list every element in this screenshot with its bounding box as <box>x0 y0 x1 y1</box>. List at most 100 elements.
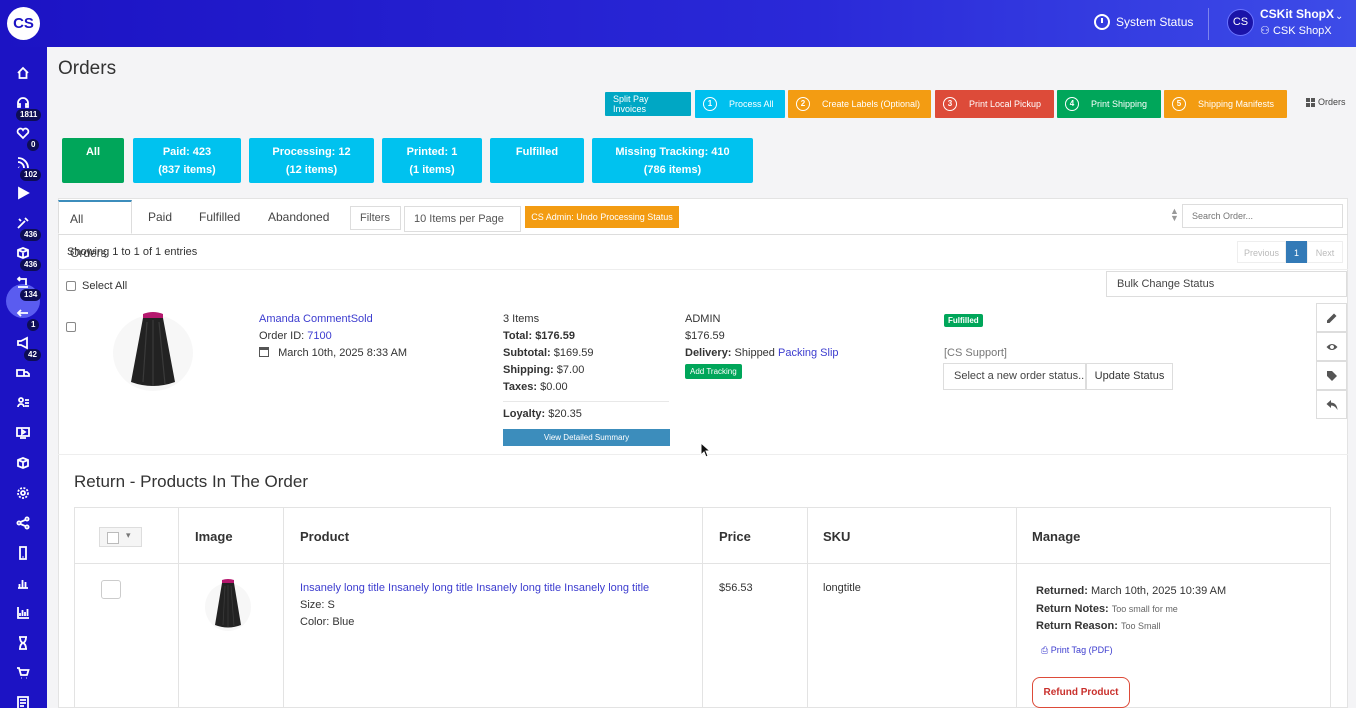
create-labels-button[interactable]: 2 Create Labels (Optional) <box>788 90 931 118</box>
pagination-current[interactable]: 1 <box>1286 241 1307 263</box>
filter-printed-button[interactable]: Printed: 1 (1 items) <box>382 138 482 183</box>
filter-processing-button[interactable]: Processing: 12 (12 items) <box>249 138 374 183</box>
total-label: Total: <box>503 330 533 342</box>
sidebar-badge: 436 <box>20 259 42 271</box>
sort-icon[interactable]: ▲ ▼ <box>1170 207 1179 223</box>
share-icon <box>16 516 30 530</box>
users-icon <box>16 396 30 410</box>
system-status-link[interactable]: System Status <box>1094 14 1193 30</box>
sidebar-item-share[interactable] <box>0 509 47 537</box>
reply-order-button[interactable] <box>1316 390 1347 419</box>
return-reason-label: Return Reason: <box>1036 620 1118 632</box>
pagination-previous[interactable]: Previous <box>1237 241 1286 263</box>
order-product-image[interactable] <box>113 308 193 392</box>
column-header-product: Product <box>300 529 350 544</box>
sidebar-item-home[interactable] <box>0 59 47 87</box>
home-icon <box>16 66 30 80</box>
account-sub[interactable]: ⚇ CSK ShopX <box>1260 24 1332 37</box>
filters-button[interactable]: Filters <box>350 206 401 230</box>
pagination-next[interactable]: Next <box>1307 241 1343 263</box>
select-all-checkbox[interactable] <box>66 281 76 291</box>
app-logo[interactable]: CS <box>7 7 40 40</box>
tab-all-orders[interactable]: All Orders <box>58 200 132 260</box>
filter-fulfilled-button[interactable]: Fulfilled <box>490 138 584 183</box>
order-taxes: Taxes: $0.00 <box>503 381 568 393</box>
showing-entries: Showing 1 to 1 of 1 entries <box>67 246 198 258</box>
sidebar-badge: 42 <box>24 349 41 361</box>
delivery-label: Delivery: <box>685 347 732 359</box>
truck-icon <box>16 366 30 380</box>
gear-icon <box>16 486 30 500</box>
print-local-pickup-button[interactable]: 3 Print Local Pickup <box>935 90 1054 118</box>
column-divider <box>807 507 808 708</box>
sidebar-item-transfers[interactable]: 134 <box>0 289 47 327</box>
shipping-manifests-button[interactable]: 5 Shipping Manifests <box>1164 90 1287 118</box>
tab-fulfilled[interactable]: Fulfilled <box>188 200 251 234</box>
column-header-sku: SKU <box>823 529 851 544</box>
column-header-image: Image <box>195 529 233 544</box>
sidebar-item-live[interactable] <box>0 419 47 447</box>
tabs-divider <box>58 234 1348 235</box>
filter-all-label: All <box>85 146 101 158</box>
sidebar-badge: 1811 <box>16 109 42 121</box>
view-order-button[interactable] <box>1316 332 1347 361</box>
tools-icon <box>16 216 30 230</box>
account-name[interactable]: CSKit ShopX <box>1260 7 1334 21</box>
bar-chart-icon <box>16 576 30 590</box>
order-id-link[interactable]: 7100 <box>307 330 331 342</box>
update-status-button[interactable]: Update Status <box>1086 363 1173 390</box>
tab-abandoned[interactable]: Abandoned <box>257 200 340 234</box>
avatar[interactable]: CS <box>1227 9 1254 36</box>
tag-order-button[interactable] <box>1316 361 1347 390</box>
filter-paid-button[interactable]: Paid: 423 (837 items) <box>133 138 241 183</box>
order-status-select[interactable]: Select a new order status.. <box>943 363 1086 390</box>
sidebar-item-docs[interactable] <box>0 689 47 708</box>
subtotal-value: $169.59 <box>553 347 594 359</box>
edit-order-button[interactable] <box>1316 303 1347 332</box>
sidebar-item-customers[interactable] <box>0 389 47 417</box>
step-number: 5 <box>1172 97 1186 111</box>
process-all-button[interactable]: 1 Process All <box>695 90 785 118</box>
sidebar-item-waitlist[interactable] <box>0 629 47 657</box>
bulk-change-status-select[interactable]: Bulk Change Status <box>1106 271 1347 297</box>
return-product-link[interactable]: Insanely long title Insanely long title … <box>300 582 649 594</box>
sidebar-item-cart[interactable] <box>0 659 47 687</box>
add-tracking-button[interactable]: Add Tracking <box>685 364 742 379</box>
sidebar-item-analytics[interactable] <box>0 569 47 597</box>
order-shipping: Shipping: $7.00 <box>503 364 584 376</box>
packing-slip-link[interactable]: Packing Slip <box>778 347 839 359</box>
column-header-price: Price <box>719 529 751 544</box>
user-icon: ⚇ <box>1260 25 1270 37</box>
per-page-select[interactable]: 10 Items per Page <box>404 206 521 232</box>
return-row-checkbox[interactable] <box>101 580 121 599</box>
support-tag: [CS Support] <box>944 347 1007 359</box>
divider <box>503 401 669 402</box>
print-tag-link[interactable]: ⎙ Print Tag (PDF) <box>1041 645 1113 656</box>
sidebar-item-favorites[interactable]: 1811 <box>0 109 47 147</box>
refund-product-button[interactable]: Refund Product <box>1032 677 1130 708</box>
search-input[interactable] <box>1182 204 1343 228</box>
print-shipping-button[interactable]: 4 Print Shipping <box>1057 90 1161 118</box>
return-product-image[interactable] <box>205 577 251 632</box>
sidebar-item-settings[interactable] <box>0 479 47 507</box>
sidebar-item-videos[interactable]: 102 <box>0 169 47 207</box>
sidebar-item-reports[interactable] <box>0 599 47 627</box>
orders-view-link[interactable]: Orders <box>1306 97 1346 107</box>
sidebar-item-mobile[interactable] <box>0 539 47 567</box>
filter-missing-tracking-button[interactable]: Missing Tracking: 410 (786 items) <box>592 138 753 183</box>
filter-processing-count: (12 items) <box>285 164 338 176</box>
customer-name-link[interactable]: Amanda CommentSold <box>259 313 373 325</box>
undo-processing-button[interactable]: CS Admin: Undo Processing Status <box>525 206 679 228</box>
return-product-color: Color: Blue <box>300 616 355 628</box>
sidebar-item-products[interactable] <box>0 449 47 477</box>
filter-printed-count: (1 items) <box>409 164 455 176</box>
split-pay-invoices-button[interactable]: Split Pay Invoices <box>605 92 691 116</box>
order-checkbox[interactable] <box>66 322 76 332</box>
sidebar-item-shipping[interactable]: 42 <box>0 349 47 387</box>
total-value: $176.59 <box>535 330 575 342</box>
bulk-select-dropdown[interactable] <box>99 527 142 547</box>
filter-all-button[interactable]: All <box>62 138 124 183</box>
tab-paid[interactable]: Paid <box>137 200 183 234</box>
view-detailed-summary-button[interactable]: View Detailed Summary <box>503 429 670 446</box>
chevron-down-icon[interactable]: ⌄ <box>1335 11 1343 22</box>
